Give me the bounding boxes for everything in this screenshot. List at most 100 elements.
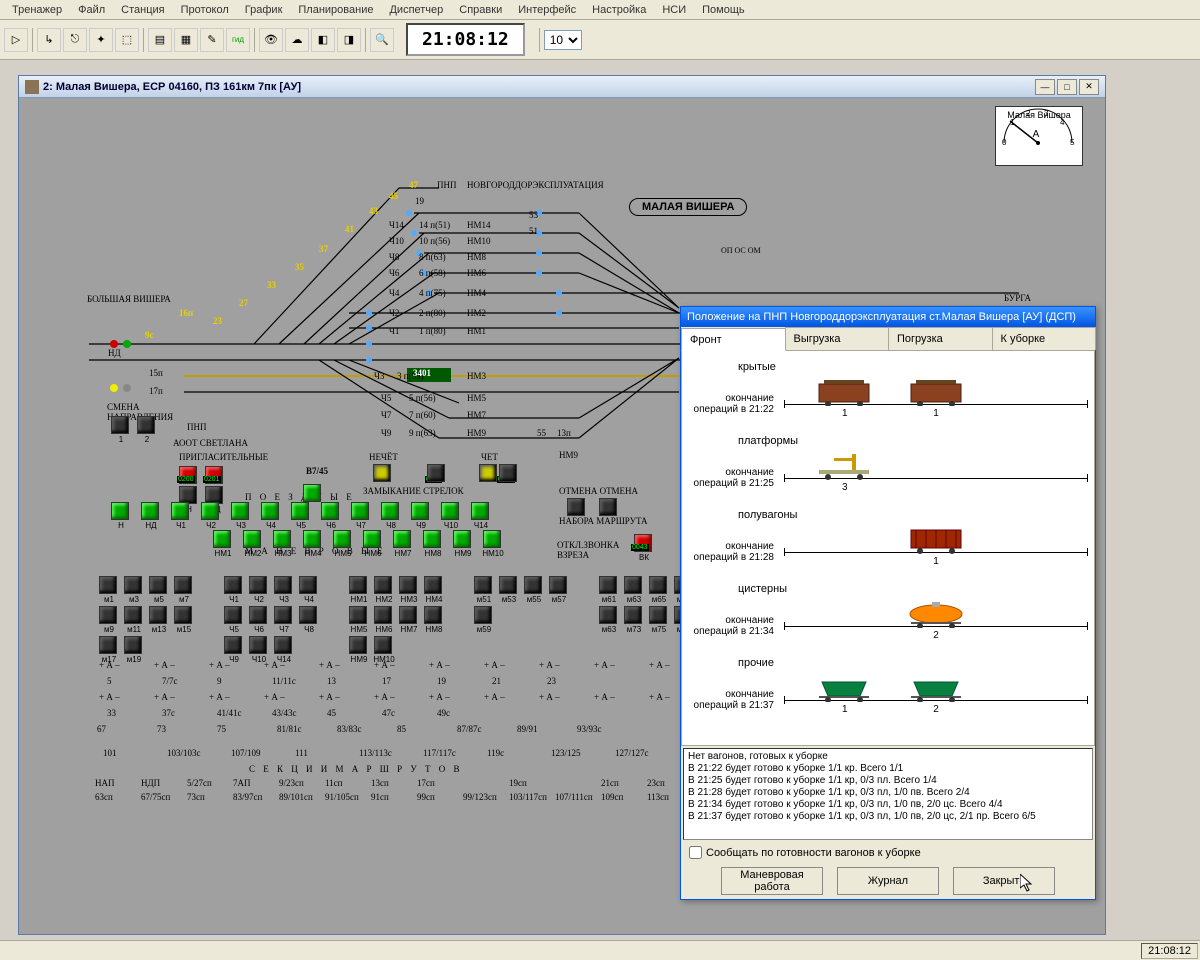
panel-btn-Ч2[interactable]	[201, 502, 219, 520]
tool-11[interactable]: ◧	[311, 28, 335, 52]
panel-btn-НМ3[interactable]	[399, 576, 417, 594]
panel-btn-НМ7[interactable]	[393, 530, 411, 548]
panel-btn-НМ8[interactable]	[423, 530, 441, 548]
wagon-track[interactable]: 2	[784, 597, 1088, 637]
panel-btn-НМ2[interactable]	[243, 530, 261, 548]
panel-btn-Ч7[interactable]	[274, 606, 292, 624]
dialog-titlebar[interactable]: Положение на ПНП Новгороддорэксплуатация…	[681, 307, 1095, 327]
panel-btn-НМ6[interactable]	[363, 530, 381, 548]
panel-btn-НМ5[interactable]	[333, 530, 351, 548]
panel-btn-Ч14[interactable]	[471, 502, 489, 520]
menu-Протокол[interactable]: Протокол	[173, 2, 237, 18]
panel-btn-м57[interactable]	[549, 576, 567, 594]
panel-btn-НМ9[interactable]	[453, 530, 471, 548]
tool-7[interactable]: ▦	[174, 28, 198, 52]
panel-btn-Ч2[interactable]	[249, 576, 267, 594]
panel-btn-м63[interactable]	[624, 576, 642, 594]
tool-12[interactable]: ◨	[337, 28, 361, 52]
tab-К уборке[interactable]: К уборке	[992, 327, 1097, 350]
menu-НСИ[interactable]: НСИ	[654, 2, 694, 18]
panel-btn-НМ3[interactable]	[273, 530, 291, 548]
tool-10[interactable]: ☁	[285, 28, 309, 52]
panel-btn-Ч1[interactable]	[224, 576, 242, 594]
wagon-track[interactable]: 12	[784, 671, 1088, 711]
panel-btn-Ч1[interactable]	[171, 502, 189, 520]
panel-btn-[interactable]	[499, 464, 517, 482]
tool-6[interactable]: ▤	[148, 28, 172, 52]
wagon-icon[interactable]	[906, 526, 966, 552]
panel-btn-м75[interactable]	[649, 606, 667, 624]
panel-btn-НМ8[interactable]	[424, 606, 442, 624]
panel-btn-м65[interactable]	[649, 576, 667, 594]
tab-Фронт[interactable]: Фронт	[681, 328, 786, 351]
panel-btn-Ч7[interactable]	[351, 502, 369, 520]
wagon-icon[interactable]	[814, 452, 874, 478]
panel-btn-НД[interactable]	[141, 502, 159, 520]
panel-btn-НМ2[interactable]	[374, 576, 392, 594]
panel-btn-2[interactable]	[137, 416, 155, 434]
wagon-track[interactable]: 1	[784, 523, 1088, 563]
panel-btn-Ч14[interactable]	[274, 636, 292, 654]
tab-Выгрузка[interactable]: Выгрузка	[785, 327, 890, 350]
panel-btn-НМ7[interactable]	[399, 606, 417, 624]
panel-btn-м9[interactable]	[99, 606, 117, 624]
wagon-track[interactable]: 11	[784, 375, 1088, 415]
wagon-icon[interactable]	[906, 674, 966, 700]
panel-btn-м59[interactable]	[474, 606, 492, 624]
panel-btn-[interactable]	[303, 484, 321, 502]
panel-btn-Н[interactable]	[111, 502, 129, 520]
panel-btn-НМ10[interactable]	[374, 636, 392, 654]
menu-Интерфейс[interactable]: Интерфейс	[510, 2, 584, 18]
panel-btn-м13[interactable]	[149, 606, 167, 624]
panel-btn-НМ1[interactable]	[213, 530, 231, 548]
panel-btn-Ч3[interactable]	[274, 576, 292, 594]
tool-zoom[interactable]: 🔍	[370, 28, 394, 52]
menu-Диспетчер[interactable]: Диспетчер	[381, 2, 451, 18]
tool-8[interactable]: ✎	[200, 28, 224, 52]
panel-btn-Ч9[interactable]	[411, 502, 429, 520]
tool-9[interactable]: 👁	[259, 28, 283, 52]
panel-btn-м7[interactable]	[174, 576, 192, 594]
tool-3[interactable]: ⎋	[63, 28, 87, 52]
panel-btn-м3[interactable]	[124, 576, 142, 594]
dialog-button-Закрыть[interactable]: Закрыть	[953, 867, 1055, 895]
panel-btn-м55[interactable]	[524, 576, 542, 594]
panel-btn-Ч5[interactable]	[224, 606, 242, 624]
menu-Настройка[interactable]: Настройка	[584, 2, 654, 18]
tool-gid[interactable]: гид	[226, 28, 250, 52]
close-button[interactable]: ✕	[1079, 79, 1099, 95]
menu-Станция[interactable]: Станция	[113, 2, 172, 18]
maximize-button[interactable]: □	[1057, 79, 1077, 95]
tool-1[interactable]: ▷	[4, 28, 28, 52]
panel-btn-Ч8[interactable]	[299, 606, 317, 624]
wagon-icon[interactable]	[814, 378, 874, 404]
menu-Файл[interactable]: Файл	[70, 2, 113, 18]
panel-btn-м61[interactable]	[599, 576, 617, 594]
panel-btn-[interactable]	[479, 464, 497, 482]
panel-btn-м11[interactable]	[124, 606, 142, 624]
panel-btn-[interactable]	[599, 498, 617, 516]
menu-Планирование[interactable]: Планирование	[290, 2, 381, 18]
panel-btn-НМ1[interactable]	[349, 576, 367, 594]
menu-Тренажер[interactable]: Тренажер	[4, 2, 70, 18]
panel-btn-м19[interactable]	[124, 636, 142, 654]
panel-btn-НМ4[interactable]	[303, 530, 321, 548]
panel-btn-Ч9[interactable]	[224, 636, 242, 654]
panel-btn-[interactable]	[427, 464, 445, 482]
wagon-icon[interactable]	[814, 674, 874, 700]
panel-btn-НМ10[interactable]	[483, 530, 501, 548]
panel-btn-Ч10[interactable]	[249, 636, 267, 654]
panel-btn-Ч5[interactable]	[291, 502, 309, 520]
dialog-button-Журнал[interactable]: Журнал	[837, 867, 939, 895]
panel-btn-НМ9[interactable]	[349, 636, 367, 654]
panel-btn-м17[interactable]	[99, 636, 117, 654]
panel-btn-м15[interactable]	[174, 606, 192, 624]
tool-5[interactable]: ⬚	[115, 28, 139, 52]
panel-btn-м5[interactable]	[149, 576, 167, 594]
panel-btn-НМ4[interactable]	[424, 576, 442, 594]
panel-btn-Ч8[interactable]	[381, 502, 399, 520]
tool-4[interactable]: ✦	[89, 28, 113, 52]
panel-btn-[interactable]	[567, 498, 585, 516]
toolbar-select[interactable]: 10	[544, 30, 582, 50]
panel-btn-м73[interactable]	[624, 606, 642, 624]
